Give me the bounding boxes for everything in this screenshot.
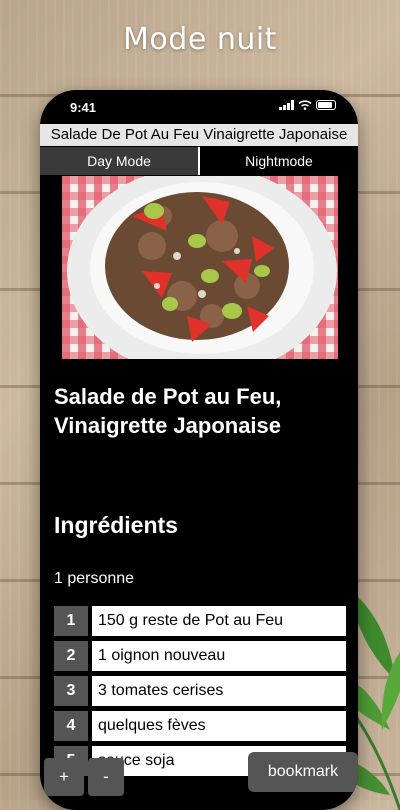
phone-screen: 9:41 Salade De Pot Au Feu Vinaigrette Ja… (40, 90, 358, 810)
bottom-controls: + - bookmark (40, 752, 358, 810)
decrease-servings-button[interactable]: - (88, 758, 124, 796)
list-item: 4 quelques fèves (54, 711, 346, 741)
promo-title: Mode nuit (123, 22, 277, 57)
signal-icon (279, 100, 294, 110)
ingredient-text: quelques fèves (92, 711, 346, 741)
app-title: Salade De Pot Au Feu Vinaigrette Japonai… (40, 124, 358, 146)
list-item: 1 150 g reste de Pot au Feu (54, 606, 346, 636)
phone-notch (118, 90, 280, 114)
ingredient-number: 1 (54, 606, 88, 636)
ingredients-heading: Ingrédients (54, 512, 178, 538)
ingredient-number: 4 (54, 711, 88, 741)
battery-icon (316, 100, 336, 110)
tab-day-mode[interactable]: Day Mode (40, 147, 200, 175)
status-bar: 9:41 (40, 90, 358, 124)
list-item: 2 1 oignon nouveau (54, 641, 346, 671)
list-item: 3 3 tomates cerises (54, 676, 346, 706)
increase-servings-button[interactable]: + (44, 758, 84, 796)
recipe-content: Salade de Pot au Feu, Vinaigrette Japona… (40, 176, 358, 810)
ingredient-text: 1 oignon nouveau (92, 641, 346, 671)
ingredient-text: 3 tomates cerises (92, 676, 346, 706)
servings-label: 1 personne (54, 570, 135, 587)
ingredient-number: 2 (54, 641, 88, 671)
bookmark-button[interactable]: bookmark (248, 752, 358, 792)
ingredient-number: 3 (54, 676, 88, 706)
recipe-title: Salade de Pot au Feu, Vinaigrette Japona… (54, 384, 282, 438)
tab-nightmode[interactable]: Nightmode (200, 147, 358, 175)
status-time: 9:41 (70, 100, 97, 115)
mode-tabs: Day Mode Nightmode (40, 147, 358, 175)
ingredient-text: 150 g reste de Pot au Feu (92, 606, 346, 636)
wifi-icon (298, 100, 312, 110)
recipe-photo (62, 176, 338, 359)
